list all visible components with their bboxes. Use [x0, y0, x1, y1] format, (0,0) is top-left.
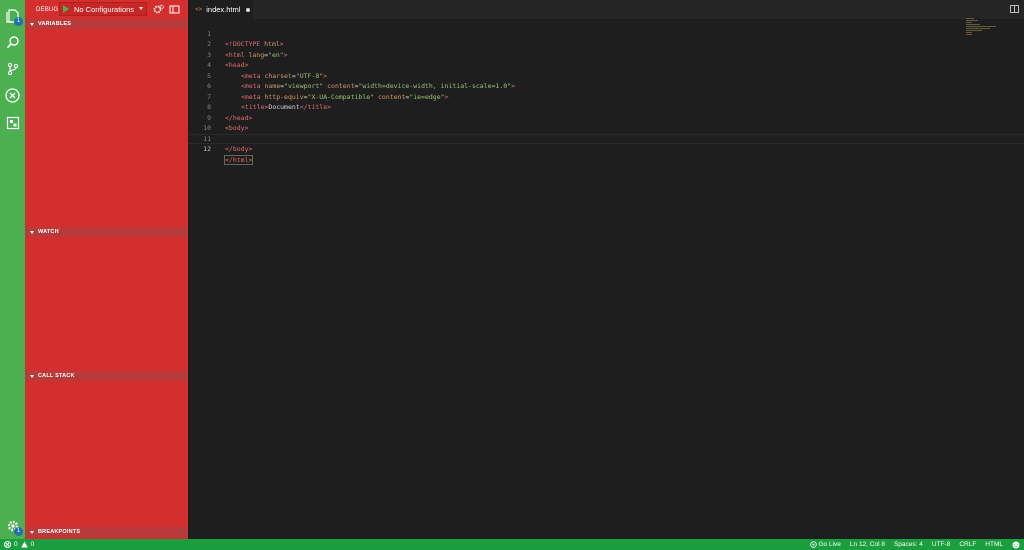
editor-area: <> index.html 1 <!DOCTYPE html> 2 <html …	[188, 0, 1024, 539]
open-launch-json-gear-icon[interactable]	[153, 4, 164, 15]
extensions-icon[interactable]	[4, 114, 21, 131]
code-line: 9 <body>	[188, 102, 1024, 133]
collapse-caret-icon	[30, 530, 34, 534]
editor-tabs: <> index.html	[188, 0, 1024, 19]
tab-label: index.html	[206, 5, 241, 14]
debug-icon[interactable]	[4, 87, 21, 104]
language-mode[interactable]: HTML	[985, 541, 1003, 548]
code-line: 7 <title>Document</title>	[188, 81, 1024, 112]
code-line: 11 </body>	[188, 123, 1024, 154]
code-line: 1 <!DOCTYPE html>	[188, 18, 1024, 49]
error-count: 0	[14, 541, 18, 548]
source-control-icon[interactable]	[4, 60, 21, 77]
line-number: 12	[203, 145, 211, 153]
section-breakpoints[interactable]: BREAKPOINTS	[25, 527, 188, 537]
collapse-caret-icon	[30, 230, 34, 234]
problems-indicator[interactable]: 0 0	[4, 541, 34, 548]
broadcast-icon	[809, 541, 817, 548]
code-line: 2 <html lang="en">	[188, 29, 1024, 59]
feedback-smiley-icon[interactable]	[1012, 541, 1020, 549]
debug-title: DEBUG	[36, 6, 59, 13]
tab-index-html[interactable]: <> index.html	[188, 0, 253, 19]
code-token: </body>	[225, 145, 253, 153]
activity-bar: 1 1	[0, 0, 25, 539]
configuration-label: No Configurations	[74, 4, 135, 14]
settings-gear-icon[interactable]: 1	[4, 517, 23, 536]
code-line: 8 </head>	[188, 92, 1024, 122]
configuration-select[interactable]: No Configurations	[59, 2, 147, 16]
explorer-icon[interactable]: 1	[4, 7, 23, 26]
section-watch[interactable]: WATCH	[25, 227, 188, 237]
html-file-icon: <>	[195, 6, 203, 13]
go-live-button[interactable]: Go Live	[809, 541, 841, 548]
collapse-caret-icon	[30, 22, 34, 26]
code-line: 6 <meta http-equiv="X-UA-Compatible" con…	[188, 71, 1024, 101]
code-line-current: 12 </html>	[188, 134, 1024, 165]
split-editor-icon[interactable]	[1010, 5, 1019, 13]
end-of-line[interactable]: CRLF	[959, 541, 976, 548]
debug-sidebar: DEBUG No Configurations VARIABLES WATCH …	[25, 0, 188, 539]
go-live-label: Go Live	[818, 541, 841, 548]
indentation[interactable]: Spaces: 4	[894, 541, 923, 548]
code-line: 5 <meta name="viewport" content="width=d…	[188, 60, 1024, 91]
line-text: </body>	[225, 144, 252, 155]
section-variables[interactable]: VARIABLES	[25, 19, 188, 29]
minimap[interactable]	[966, 18, 1006, 38]
settings-badge: 1	[14, 527, 23, 536]
line-text: </html>	[223, 154, 254, 166]
section-watch-label: WATCH	[38, 229, 59, 235]
status-bar: 0 0 Go Live Ln 12, Col 8 Spaces: 4 UTF-8…	[0, 539, 1024, 550]
warning-count: 0	[30, 541, 35, 548]
debug-toolbar: DEBUG No Configurations	[25, 0, 188, 19]
chevron-down-icon	[139, 7, 143, 10]
cursor-position[interactable]: Ln 12, Col 8	[850, 541, 885, 548]
code-line: 4 <meta charset="UTF-8">	[188, 50, 1024, 80]
section-variables-label: VARIABLES	[38, 21, 72, 27]
explorer-badge: 1	[14, 17, 23, 26]
section-call-stack[interactable]: CALL STACK	[25, 371, 188, 381]
section-call-stack-label: CALL STACK	[38, 373, 75, 379]
error-icon	[4, 541, 11, 548]
collapse-caret-icon	[30, 374, 34, 378]
warning-icon	[20, 541, 28, 548]
code-line: 10	[188, 113, 1024, 132]
code-editor[interactable]: 1 <!DOCTYPE html> 2 <html lang="en"> 3 <…	[188, 18, 1024, 165]
section-breakpoints-label: BREAKPOINTS	[38, 529, 81, 535]
unsaved-dot-icon[interactable]	[246, 7, 251, 12]
start-debugging-icon[interactable]	[63, 5, 69, 13]
status-right: Go Live Ln 12, Col 8 Spaces: 4 UTF-8 CRL…	[809, 539, 1024, 550]
search-icon[interactable]	[4, 33, 21, 50]
debug-console-icon[interactable]	[169, 4, 180, 15]
encoding[interactable]: UTF-8	[932, 541, 950, 548]
code-line: 3 <head>	[188, 39, 1024, 70]
code-token: </html>	[223, 154, 254, 165]
